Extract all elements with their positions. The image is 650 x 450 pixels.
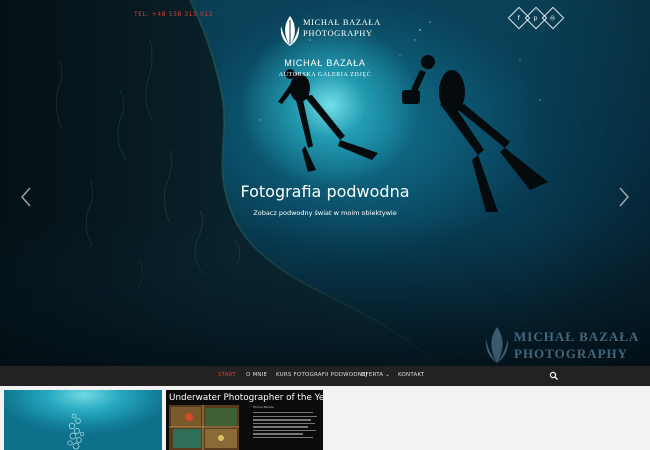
post-title[interactable]: Underwater Photographer of the Year 2019 — [169, 393, 323, 403]
logo-text-name: MICHAŁ BAZAŁA — [303, 17, 381, 27]
phone-number[interactable]: TEL. +48 538 315 012 — [134, 11, 213, 18]
post-thumbnail — [169, 405, 239, 450]
post-card-image[interactable] — [4, 390, 162, 450]
site-logo[interactable]: MICHAŁ BAZAŁA PHOTOGRAPHY — [279, 14, 380, 50]
nav-item-oferta[interactable]: OFERTA ⌄ — [361, 372, 390, 378]
site-tagline: AUTORSKA GALERIA ZDJĘĆ — [278, 72, 372, 78]
slide-subtitle: Zobacz podwodny świat w moim obiektywie — [253, 209, 397, 217]
slide-title: Fotografia podwodna — [240, 182, 410, 201]
nav-item-kurs[interactable]: KURS FOTOGRAFII PODWODNEJ — [276, 372, 368, 378]
nav-item-start[interactable]: START — [218, 372, 236, 378]
chevron-right-icon[interactable] — [617, 186, 631, 208]
site-title[interactable]: MICHAŁ BAZAŁA — [0, 58, 650, 68]
logo-text-photography: PHOTOGRAPHY — [303, 28, 373, 38]
post-card-uwpy[interactable]: Underwater Photographer of the Year 2019… — [166, 390, 323, 450]
watermark-leaf-icon — [485, 327, 509, 363]
nav-item-kontakt[interactable]: KONTAKT — [398, 372, 424, 378]
main-navigation: START O MNIE KURS FOTOGRAFII PODWODNEJ O… — [0, 366, 650, 386]
instagram-glyph: ◎ — [550, 14, 556, 22]
watermark-photography: PHOTOGRAPHY — [514, 346, 629, 361]
hero-slider: TEL. +48 538 315 012 MICHAŁ BAZAŁA PHOTO… — [0, 0, 650, 366]
post-excerpt — [253, 412, 319, 441]
facebook-glyph: f — [517, 14, 521, 22]
bubbles-image — [67, 413, 85, 450]
search-icon[interactable] — [549, 371, 559, 381]
watermark-name: MICHAŁ BAZAŁA — [514, 329, 640, 344]
post-author: Michał Bazała — [253, 405, 274, 409]
nav-item-o-mnie[interactable]: O MNIE — [246, 372, 267, 378]
logo-leaf-icon — [280, 16, 300, 46]
chevron-left-icon[interactable] — [19, 186, 33, 208]
watermark: MICHAŁ BAZAŁA PHOTOGRAPHY — [484, 325, 650, 365]
pinterest-glyph: p — [534, 14, 538, 22]
page: TEL. +48 538 315 012 MICHAŁ BAZAŁA PHOTO… — [0, 0, 650, 450]
